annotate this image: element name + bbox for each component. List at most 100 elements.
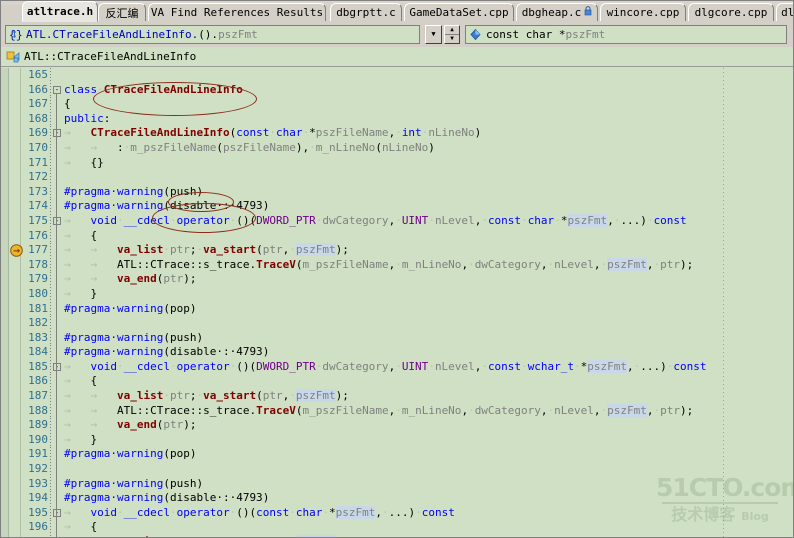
line-number: 183 xyxy=(28,330,48,344)
spinner-up-icon[interactable]: ▲ xyxy=(445,26,459,34)
code-line-text: #pragma·warning(disable·:·4793) xyxy=(64,199,270,213)
line-number-separator xyxy=(50,199,51,214)
code-line-text: #pragma·warning(pop) xyxy=(64,447,197,461)
document-tab-label: VA Find References Results xyxy=(150,6,324,19)
code-line[interactable]: 166- class·CTraceFileAndLineInfo xyxy=(0,82,794,98)
line-number-separator xyxy=(50,155,51,171)
fold-toggle-icon[interactable]: - xyxy=(53,216,61,225)
code-line[interactable]: 173 #pragma·warning(push) xyxy=(0,184,794,200)
scope-combo-member-gray: pszFmt xyxy=(218,28,258,41)
code-line-text: → { xyxy=(64,374,98,388)
code-line-text: → void·__cdecl·operator·()(DWORD_PTR·dwC… xyxy=(64,359,707,373)
code-line[interactable]: 196 → { xyxy=(0,520,794,535)
document-tab-strip: atltrace.h 反汇编 VA Find References Results d… xyxy=(0,0,794,23)
document-tab-dlgcore-cpp[interactable]: dlgcore.cpp xyxy=(688,3,774,21)
line-number-separator xyxy=(50,505,51,521)
fold-toggle-icon[interactable]: - xyxy=(53,129,61,138)
document-tab-dlg[interactable]: dlg xyxy=(776,3,794,21)
code-line[interactable]: 170 → → :·m_pszFileName(pszFileName),·m_n… xyxy=(0,140,794,156)
line-number: 187 xyxy=(28,389,48,403)
current-bookmark-arrow-icon[interactable] xyxy=(10,244,23,257)
line-number-separator xyxy=(50,126,51,141)
document-tab-va-find-references-results[interactable]: VA Find References Results xyxy=(148,3,326,21)
fold-guide-line xyxy=(56,93,57,538)
scope-combo-dropdown-button[interactable]: ▼ xyxy=(425,25,442,44)
code-line[interactable]: 175- → void·__cdecl·operator·()(DWORD_PTR… xyxy=(0,213,794,229)
code-line[interactable]: 185- → void·__cdecl·operator·()(DWORD_PTR… xyxy=(0,359,794,375)
line-number-separator xyxy=(50,520,51,535)
line-number-separator xyxy=(50,316,51,331)
line-number-separator xyxy=(50,272,51,287)
fold-guide-line xyxy=(56,225,57,298)
code-line[interactable]: 195- → void·__cdecl·operator·()(const·cha… xyxy=(0,505,794,521)
code-line[interactable]: 167 { xyxy=(0,97,794,112)
line-number: 180 xyxy=(28,286,48,300)
document-tab-atltrace-h[interactable]: atltrace.h xyxy=(22,1,98,22)
code-line-text: → void·__cdecl·operator·()(const·char·*p… xyxy=(64,505,455,519)
line-number: 166 xyxy=(28,82,48,96)
document-tab-gamedataset-cpp[interactable]: GameDataSet.cpp xyxy=(404,3,514,21)
code-line-text: → } xyxy=(64,432,98,446)
code-line[interactable]: 193 #pragma·warning(push) xyxy=(0,476,794,492)
code-line[interactable]: 176 → { xyxy=(0,228,794,244)
code-line[interactable]: 178 → → ATL::CTrace::s_trace.TraceV(m_psz… xyxy=(0,257,794,273)
code-line[interactable]: 183 #pragma·warning(push) xyxy=(0,330,794,346)
line-number: 182 xyxy=(28,316,48,330)
document-tab-dbgrptt-c[interactable]: dbgrptt.c xyxy=(330,3,402,21)
code-line[interactable]: 186 → { xyxy=(0,374,794,390)
document-tab-[interactable]: 反汇编 xyxy=(98,3,146,21)
code-line[interactable]: 189 → → va_end(ptr); xyxy=(0,418,794,433)
code-line-text: → → va_end(ptr); xyxy=(64,272,197,286)
code-line[interactable]: 187 → → va_list·ptr;·va_start(ptr,·pszFmt… xyxy=(0,389,794,404)
line-number: 167 xyxy=(28,97,48,111)
code-line[interactable]: 177 → → va_list·ptr;·va_start(ptr,·pszFmt… xyxy=(0,243,794,258)
line-number-separator xyxy=(50,97,51,112)
navigation-spinner[interactable]: ▲ ▼ xyxy=(444,25,460,44)
fold-toggle-icon[interactable]: - xyxy=(53,362,61,371)
code-line[interactable]: 174 #pragma·warning(disable·:·4793) xyxy=(0,199,794,214)
code-line-text: → { xyxy=(64,520,98,534)
document-tab-wincore-cpp[interactable]: wincore.cpp xyxy=(600,3,686,21)
line-number-separator xyxy=(50,432,51,448)
code-line[interactable]: 190 → } xyxy=(0,432,794,448)
code-line[interactable]: 179 → → va_end(ptr); xyxy=(0,272,794,287)
fold-toggle-icon[interactable]: - xyxy=(53,508,61,517)
member-combo-box[interactable]: const char * pszFmt xyxy=(465,25,787,44)
field-diamond-icon xyxy=(469,28,482,41)
member-combo-type-text: const char * xyxy=(486,28,566,41)
document-tab-dbgheap-c[interactable]: dbgheap.c xyxy=(516,3,598,21)
code-line[interactable]: 191 #pragma·warning(pop) xyxy=(0,447,794,463)
code-line-text: #pragma·warning(disable·:·4793) xyxy=(64,345,270,359)
code-line[interactable]: 192 xyxy=(0,462,794,477)
lock-icon xyxy=(584,6,592,19)
code-lines-container[interactable]: 165 166- class·CTraceFileAndLineInfo 167{16… xyxy=(0,68,794,538)
fold-toggle-icon[interactable]: - xyxy=(53,85,61,94)
line-number: 176 xyxy=(28,228,48,242)
code-line[interactable]: 188 → → ATL::CTrace::s_trace.TraceV(m_psz… xyxy=(0,403,794,419)
line-number-separator xyxy=(50,389,51,404)
line-number-separator xyxy=(50,462,51,477)
code-line[interactable]: 172 xyxy=(0,170,794,185)
spinner-down-icon[interactable]: ▼ xyxy=(445,35,459,43)
line-number-separator xyxy=(50,82,51,98)
code-line[interactable]: 169- → CTraceFileAndLineInfo(const·char·*… xyxy=(0,126,794,141)
code-line[interactable]: 182 xyxy=(0,316,794,331)
code-line[interactable]: 171 → {} xyxy=(0,155,794,171)
line-number-separator xyxy=(50,301,51,317)
code-line[interactable]: 181 #pragma·warning(pop) xyxy=(0,301,794,317)
line-number-separator xyxy=(50,111,51,127)
code-line[interactable]: 194 #pragma·warning(disable·:·4793) xyxy=(0,491,794,506)
scope-combo-box[interactable]: { } ATL.CTraceFileAndLineInfo. (). pszFmt xyxy=(5,25,420,44)
class-yellow-icon xyxy=(6,50,21,64)
code-line[interactable]: 180 → } xyxy=(0,286,794,302)
code-line[interactable]: 168 public: xyxy=(0,111,794,127)
document-tab-label: dlgcore.cpp xyxy=(694,6,768,19)
line-number-separator xyxy=(50,330,51,346)
line-number-separator xyxy=(50,374,51,390)
code-line-text: class·CTraceFileAndLineInfo xyxy=(64,82,243,96)
code-line-text: #pragma·warning(pop) xyxy=(64,301,197,315)
editor-window: atltrace.h 反汇编 VA Find References Results d… xyxy=(0,0,794,538)
code-line[interactable]: 184 #pragma·warning(disable·:·4793) xyxy=(0,345,794,360)
code-editor-surface[interactable]: 165 166- class·CTraceFileAndLineInfo 167{16… xyxy=(0,68,794,538)
code-line[interactable]: 165 xyxy=(0,68,794,83)
